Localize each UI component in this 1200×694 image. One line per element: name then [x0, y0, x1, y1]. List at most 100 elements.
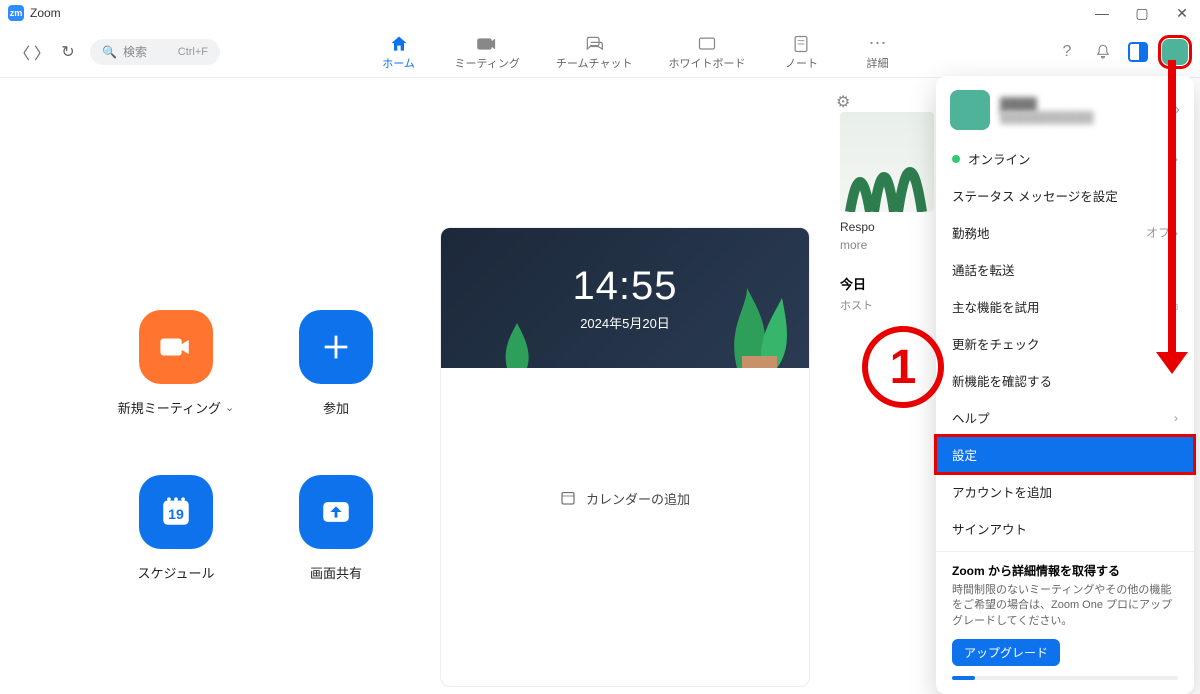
- plus-icon: [299, 310, 373, 384]
- svg-text:19: 19: [168, 507, 184, 523]
- search-input[interactable]: 🔍 検索 Ctrl+F: [90, 39, 220, 65]
- menu-whats-new-label: 新機能を確認する: [952, 371, 1052, 390]
- add-calendar-label: カレンダーの追加: [586, 489, 690, 508]
- title-bar: zm Zoom — ▢ ✕: [0, 0, 1200, 26]
- nav-more[interactable]: ⋯ 詳細: [857, 33, 897, 71]
- nav-note-label: ノート: [785, 55, 818, 71]
- nav-whiteboard-label: ホワイトボード: [668, 55, 745, 71]
- promo-title: Zoom から詳細情報を取得する: [952, 562, 1178, 579]
- menu-sign-out[interactable]: サインアウト: [936, 510, 1194, 547]
- share-screen-label: 画面共有: [310, 563, 362, 582]
- nav-note[interactable]: ノート: [781, 33, 821, 71]
- nav-forward-button[interactable]: 〉: [32, 40, 52, 64]
- nav-teamchat-label: チームチャット: [556, 55, 633, 71]
- nav-more-label: 詳細: [866, 55, 888, 71]
- side-pane: ⚙ Respo more 今日 ホスト: [840, 88, 934, 348]
- today-label: 今日: [840, 274, 934, 293]
- nav-home-label: ホーム: [382, 55, 415, 71]
- bell-icon[interactable]: [1092, 41, 1114, 63]
- top-toolbar: 〈 〉 ↻ 🔍 検索 Ctrl+F ホーム ミーティング チームチャット: [0, 26, 1200, 78]
- nav-home[interactable]: ホーム: [379, 33, 419, 71]
- chevron-right-icon: ›: [1174, 411, 1178, 425]
- calendar-add-icon: [560, 490, 576, 506]
- side-text-2: more: [840, 238, 934, 252]
- menu-set-status[interactable]: ステータス メッセージを設定: [936, 177, 1194, 214]
- camera-icon: [139, 310, 213, 384]
- main-nav: ホーム ミーティング チームチャット ホワイトボード ノート: [379, 33, 898, 71]
- video-icon: [477, 33, 497, 55]
- annotation-circle: 1: [862, 326, 944, 408]
- profile-dropdown: ████ ████████████ › オンライン › ステータス メッセージを…: [936, 76, 1194, 694]
- menu-try-features-label: 主な機能を試用: [952, 297, 1040, 316]
- today-card: 14:55 2024年5月20日 カレンダーの追加: [440, 227, 810, 687]
- annotation-arrow-head-icon: [1156, 352, 1188, 374]
- whiteboard-icon: [697, 33, 717, 55]
- schedule-button[interactable]: 19 スケジュール: [96, 475, 256, 582]
- history-icon[interactable]: ↻: [56, 42, 80, 62]
- nav-whiteboard[interactable]: ホワイトボード: [668, 33, 745, 71]
- search-icon: 🔍: [102, 45, 117, 59]
- host-label: ホスト: [840, 297, 934, 313]
- nav-meeting-label: ミーティング: [455, 55, 520, 71]
- menu-forward-calls-label: 通話を転送: [952, 260, 1015, 279]
- menu-work-location-value: オフ: [1146, 224, 1170, 241]
- status-dot-icon: [952, 155, 960, 163]
- nav-back-button[interactable]: 〈: [12, 40, 32, 64]
- menu-online[interactable]: オンライン ›: [936, 140, 1194, 177]
- calendar-icon: 19: [139, 475, 213, 549]
- app-title: Zoom: [30, 6, 61, 20]
- chat-icon: [584, 33, 604, 55]
- promo-body: 時間制限のないミーティングやその他の機能をご希望の場合は、Zoom One プロ…: [952, 583, 1178, 629]
- menu-add-account[interactable]: アカウントを追加: [936, 473, 1194, 510]
- menu-sign-out-label: サインアウト: [952, 519, 1027, 538]
- search-placeholder: 検索: [123, 43, 147, 60]
- nav-meeting[interactable]: ミーティング: [455, 33, 520, 71]
- clock-banner: 14:55 2024年5月20日: [441, 228, 809, 368]
- plant-decor-icon: [497, 318, 547, 368]
- menu-settings-label: 設定: [952, 445, 977, 464]
- join-label: 参加: [323, 398, 349, 417]
- plant-decor-icon: [717, 278, 797, 368]
- promo-section: Zoom から詳細情報を取得する 時間制限のないミーティングやその他の機能をご希…: [936, 551, 1194, 680]
- join-button[interactable]: 参加: [256, 310, 416, 417]
- schedule-label: スケジュール: [137, 563, 214, 582]
- menu-help-label: ヘルプ: [952, 408, 990, 427]
- menu-settings[interactable]: 設定: [936, 436, 1194, 473]
- profile-row[interactable]: ████ ████████████ ›: [936, 80, 1194, 140]
- menu-online-label: オンライン: [968, 149, 1031, 168]
- new-meeting-label: 新規ミーティング: [118, 398, 221, 417]
- add-calendar-button[interactable]: カレンダーの追加: [441, 468, 809, 528]
- clock-time: 14:55: [572, 264, 677, 309]
- home-icon: [389, 33, 409, 55]
- menu-try-features[interactable]: 主な機能を試用 ⧉: [936, 288, 1194, 325]
- new-meeting-button[interactable]: 新規ミーティング ⌄: [96, 310, 256, 417]
- side-image: [840, 112, 934, 212]
- sidebar-toggle-icon[interactable]: [1128, 42, 1148, 62]
- share-icon: [299, 475, 373, 549]
- menu-work-location-label: 勤務地: [952, 223, 990, 242]
- menu-work-location[interactable]: 勤務地 オフ›: [936, 214, 1194, 251]
- maximize-button[interactable]: ▢: [1132, 5, 1152, 22]
- profile-name: ████: [1000, 97, 1094, 112]
- note-icon: [791, 33, 811, 55]
- clock-date: 2024年5月20日: [580, 313, 670, 332]
- menu-forward-calls[interactable]: 通話を転送: [936, 251, 1194, 288]
- annotation-arrow-line: [1168, 60, 1176, 360]
- more-icon: ⋯: [868, 33, 886, 55]
- search-shortcut: Ctrl+F: [178, 46, 208, 58]
- close-button[interactable]: ✕: [1172, 5, 1192, 22]
- help-icon[interactable]: ?: [1056, 41, 1078, 63]
- share-screen-button[interactable]: 画面共有: [256, 475, 416, 582]
- menu-set-status-label: ステータス メッセージを設定: [952, 186, 1118, 205]
- nav-teamchat[interactable]: チームチャット: [556, 33, 633, 71]
- menu-help[interactable]: ヘルプ ›: [936, 399, 1194, 436]
- menu-check-updates-label: 更新をチェック: [952, 334, 1040, 353]
- menu-add-account-label: アカウントを追加: [952, 482, 1052, 501]
- minimize-button[interactable]: —: [1092, 5, 1112, 22]
- upgrade-button[interactable]: アップグレード: [952, 639, 1060, 666]
- chevron-down-icon[interactable]: ⌄: [225, 401, 234, 414]
- side-text-1: Respo: [840, 220, 934, 234]
- profile-avatar-icon: [950, 90, 990, 130]
- gear-icon[interactable]: ⚙: [836, 92, 850, 112]
- promo-progress: [952, 676, 1178, 680]
